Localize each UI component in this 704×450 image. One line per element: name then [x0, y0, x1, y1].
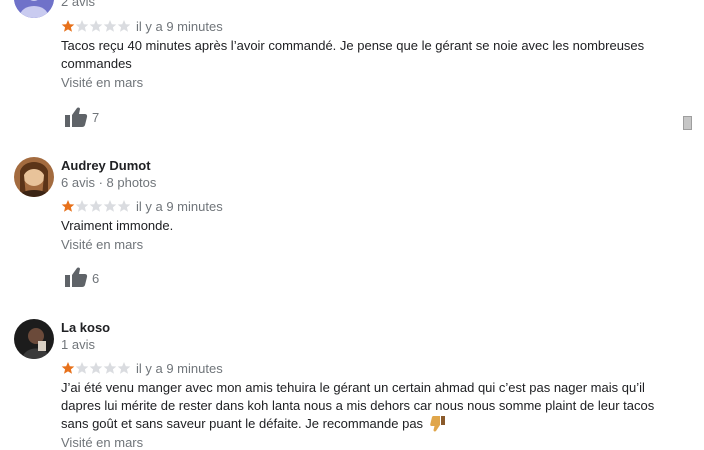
avatar-icon	[14, 0, 54, 18]
rating-stars	[61, 361, 131, 375]
like-button[interactable]	[64, 106, 88, 128]
visited-date: Visité en mars	[61, 237, 144, 252]
star-empty-icon	[89, 200, 103, 212]
star-empty-icon	[75, 200, 89, 212]
star-filled-icon	[61, 362, 75, 374]
review-time: il y a 9 minutes	[136, 199, 223, 214]
star-empty-icon	[89, 20, 103, 32]
reviewer-meta[interactable]: 1 avis	[61, 337, 95, 352]
reviewer-meta[interactable]: 2 avis	[61, 0, 95, 9]
star-empty-icon	[117, 20, 131, 32]
avatar[interactable]	[14, 157, 54, 197]
thumbs-down-emoji-icon	[429, 415, 446, 437]
avatar[interactable]	[14, 0, 54, 18]
star-filled-icon	[61, 20, 75, 32]
star-empty-icon	[103, 20, 117, 32]
star-empty-icon	[103, 362, 117, 374]
scrollbar-thumb[interactable]	[683, 116, 692, 130]
reviewer-meta[interactable]: 6 avis · 8 photos	[61, 175, 156, 190]
star-empty-icon	[117, 200, 131, 212]
visited-date: Visité en mars	[61, 75, 144, 90]
review-text: J’ai été venu manger avec mon amis tehui…	[61, 379, 661, 437]
rating-stars	[61, 19, 131, 33]
review-text: Tacos reçu 40 minutes après l’avoir comm…	[61, 38, 645, 71]
thumbs-up-icon	[65, 267, 88, 287]
star-empty-icon	[89, 362, 103, 374]
avatar-photo-icon	[14, 319, 54, 359]
review-text-body: J’ai été venu manger avec mon amis tehui…	[61, 380, 655, 431]
rating-stars	[61, 199, 131, 213]
star-empty-icon	[103, 200, 117, 212]
avatar[interactable]	[14, 319, 54, 359]
review-text: Vraiment immonde.	[61, 218, 174, 233]
review-time: il y a 9 minutes	[136, 19, 223, 34]
like-button[interactable]	[64, 266, 88, 288]
avatar-photo-icon	[14, 157, 54, 197]
reviewer-name[interactable]: La koso	[61, 320, 110, 335]
star-empty-icon	[117, 362, 131, 374]
review-time: il y a 9 minutes	[136, 361, 223, 376]
star-filled-icon	[61, 200, 75, 212]
like-count: 7	[92, 110, 100, 125]
star-empty-icon	[75, 20, 89, 32]
reviewer-name[interactable]: Audrey Dumot	[61, 158, 151, 173]
like-count: 6	[92, 271, 100, 286]
star-empty-icon	[75, 362, 89, 374]
thumbs-up-icon	[65, 107, 88, 127]
